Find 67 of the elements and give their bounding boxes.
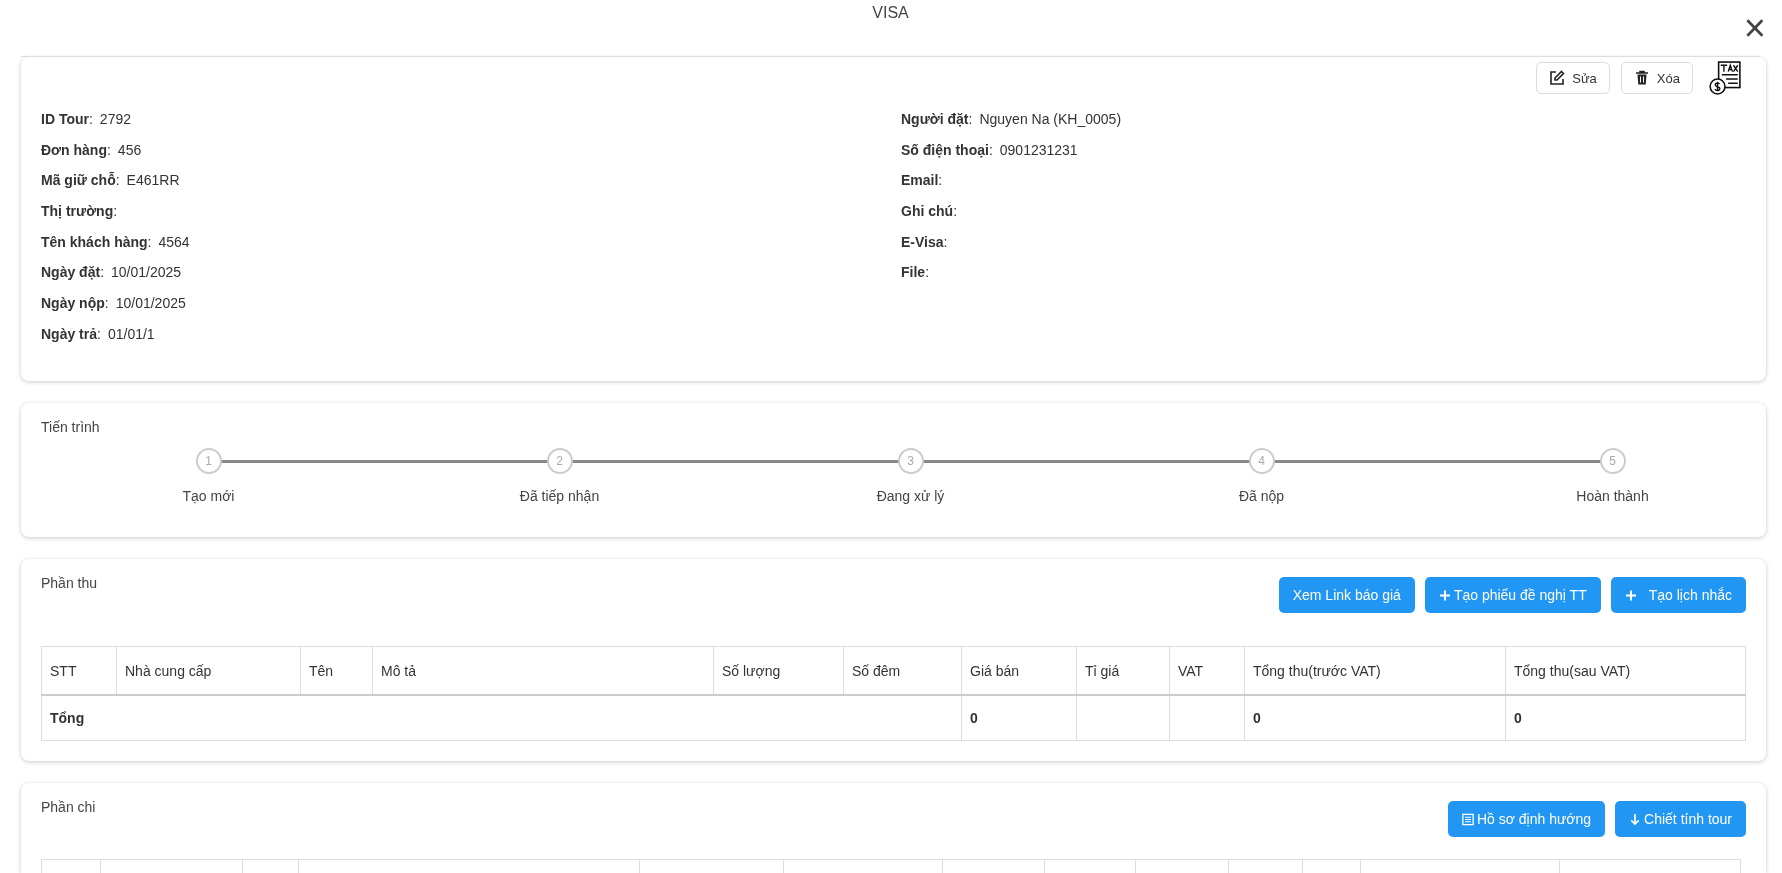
edit-button[interactable]: Sửa bbox=[1536, 62, 1610, 94]
column-header: VAT bbox=[1169, 646, 1245, 695]
delete-button[interactable]: Xóa bbox=[1620, 62, 1693, 94]
edit-icon bbox=[1549, 70, 1566, 86]
field-value: 10/01/2025 bbox=[115, 295, 186, 312]
step-label: Đã nộp bbox=[1238, 488, 1285, 504]
arrow-down-icon bbox=[1629, 812, 1642, 826]
field-value: 01/01/1 bbox=[107, 325, 155, 342]
column-header: Số đêm bbox=[843, 646, 962, 695]
action-button[interactable]: Hồ sơ định hướng bbox=[1447, 801, 1606, 837]
column-header: Tổng thu(trước VAT) bbox=[1244, 646, 1506, 695]
field-value: 0901231231 bbox=[999, 141, 1078, 158]
step-number: 2 bbox=[546, 448, 573, 474]
field-label: Ngày đặt: bbox=[41, 264, 104, 281]
tax-invoice-icon[interactable] bbox=[1708, 61, 1742, 95]
field-value: 456 bbox=[117, 141, 142, 158]
table-cell: 0 bbox=[961, 695, 1077, 741]
field-label: Tên khách hàng: bbox=[41, 233, 152, 250]
close-button[interactable]: × bbox=[1739, 10, 1770, 46]
dialog-title: VISA bbox=[872, 4, 909, 23]
step-label: Hoàn thành bbox=[1576, 488, 1649, 504]
step-label: Đang xử lý bbox=[876, 488, 945, 504]
field-label: Thị trường: bbox=[41, 203, 118, 220]
step-number: 5 bbox=[1599, 448, 1626, 474]
total-label: Tổng bbox=[41, 695, 962, 741]
section-title: Phần thu bbox=[41, 575, 98, 591]
field-label: E-Visa: bbox=[901, 233, 948, 250]
action-button[interactable]: Tạo lịch nhắc bbox=[1610, 577, 1746, 613]
step-number: 1 bbox=[195, 448, 222, 474]
field-label: Số điện thoại: bbox=[901, 141, 993, 158]
column-header: Số lượng bbox=[713, 646, 844, 695]
step-label: Đã tiếp nhận bbox=[519, 488, 600, 504]
field-label: Email: bbox=[901, 172, 943, 189]
trash-icon bbox=[1633, 70, 1650, 86]
field-label: ID Tour: bbox=[41, 111, 93, 127]
field-value: Nguyen Na (KH_0005) bbox=[979, 111, 1122, 127]
step-number: 4 bbox=[1248, 448, 1275, 474]
table-cell: 0 bbox=[1505, 695, 1746, 741]
field-label: Người đặt: bbox=[901, 111, 973, 127]
field-value: 2792 bbox=[99, 111, 131, 127]
section-title: Phần chi bbox=[41, 799, 96, 815]
document-icon bbox=[1461, 812, 1474, 826]
section-title: Tiến trình bbox=[41, 419, 101, 435]
step-label: Tạo mới bbox=[182, 488, 235, 504]
column-header: Mô tả bbox=[372, 646, 714, 695]
field-label: Đơn hàng: bbox=[41, 141, 111, 158]
field-value: 10/01/2025 bbox=[111, 264, 182, 281]
action-button[interactable]: Xem Link báo giá bbox=[1278, 577, 1415, 613]
action-button[interactable]: Chiết tính tour bbox=[1615, 801, 1746, 837]
column-header: Tên bbox=[300, 646, 373, 695]
field-label: Mã giữ chỗ: bbox=[41, 172, 120, 189]
plus-icon bbox=[1438, 588, 1451, 602]
field-label: Ngày trả: bbox=[41, 325, 101, 342]
step-number: 3 bbox=[897, 448, 924, 474]
field-label: Ngày nộp: bbox=[41, 295, 109, 312]
field-label: Ghi chú: bbox=[901, 203, 957, 220]
column-header: Nhà cung cấp bbox=[116, 646, 301, 695]
table-cell: 0 bbox=[1244, 695, 1506, 741]
field-value: E461RR bbox=[126, 172, 180, 189]
column-header: Tổng thu(sau VAT) bbox=[1505, 646, 1746, 695]
field-value: 4564 bbox=[158, 233, 190, 250]
field-label: File: bbox=[901, 264, 929, 281]
plus-icon bbox=[1624, 588, 1637, 602]
action-button[interactable]: Tạo phiếu đề nghị TT bbox=[1424, 577, 1601, 613]
column-header: STT bbox=[41, 646, 117, 695]
column-header: Tỉ giá bbox=[1076, 646, 1170, 695]
column-header: Giá bán bbox=[961, 646, 1077, 695]
